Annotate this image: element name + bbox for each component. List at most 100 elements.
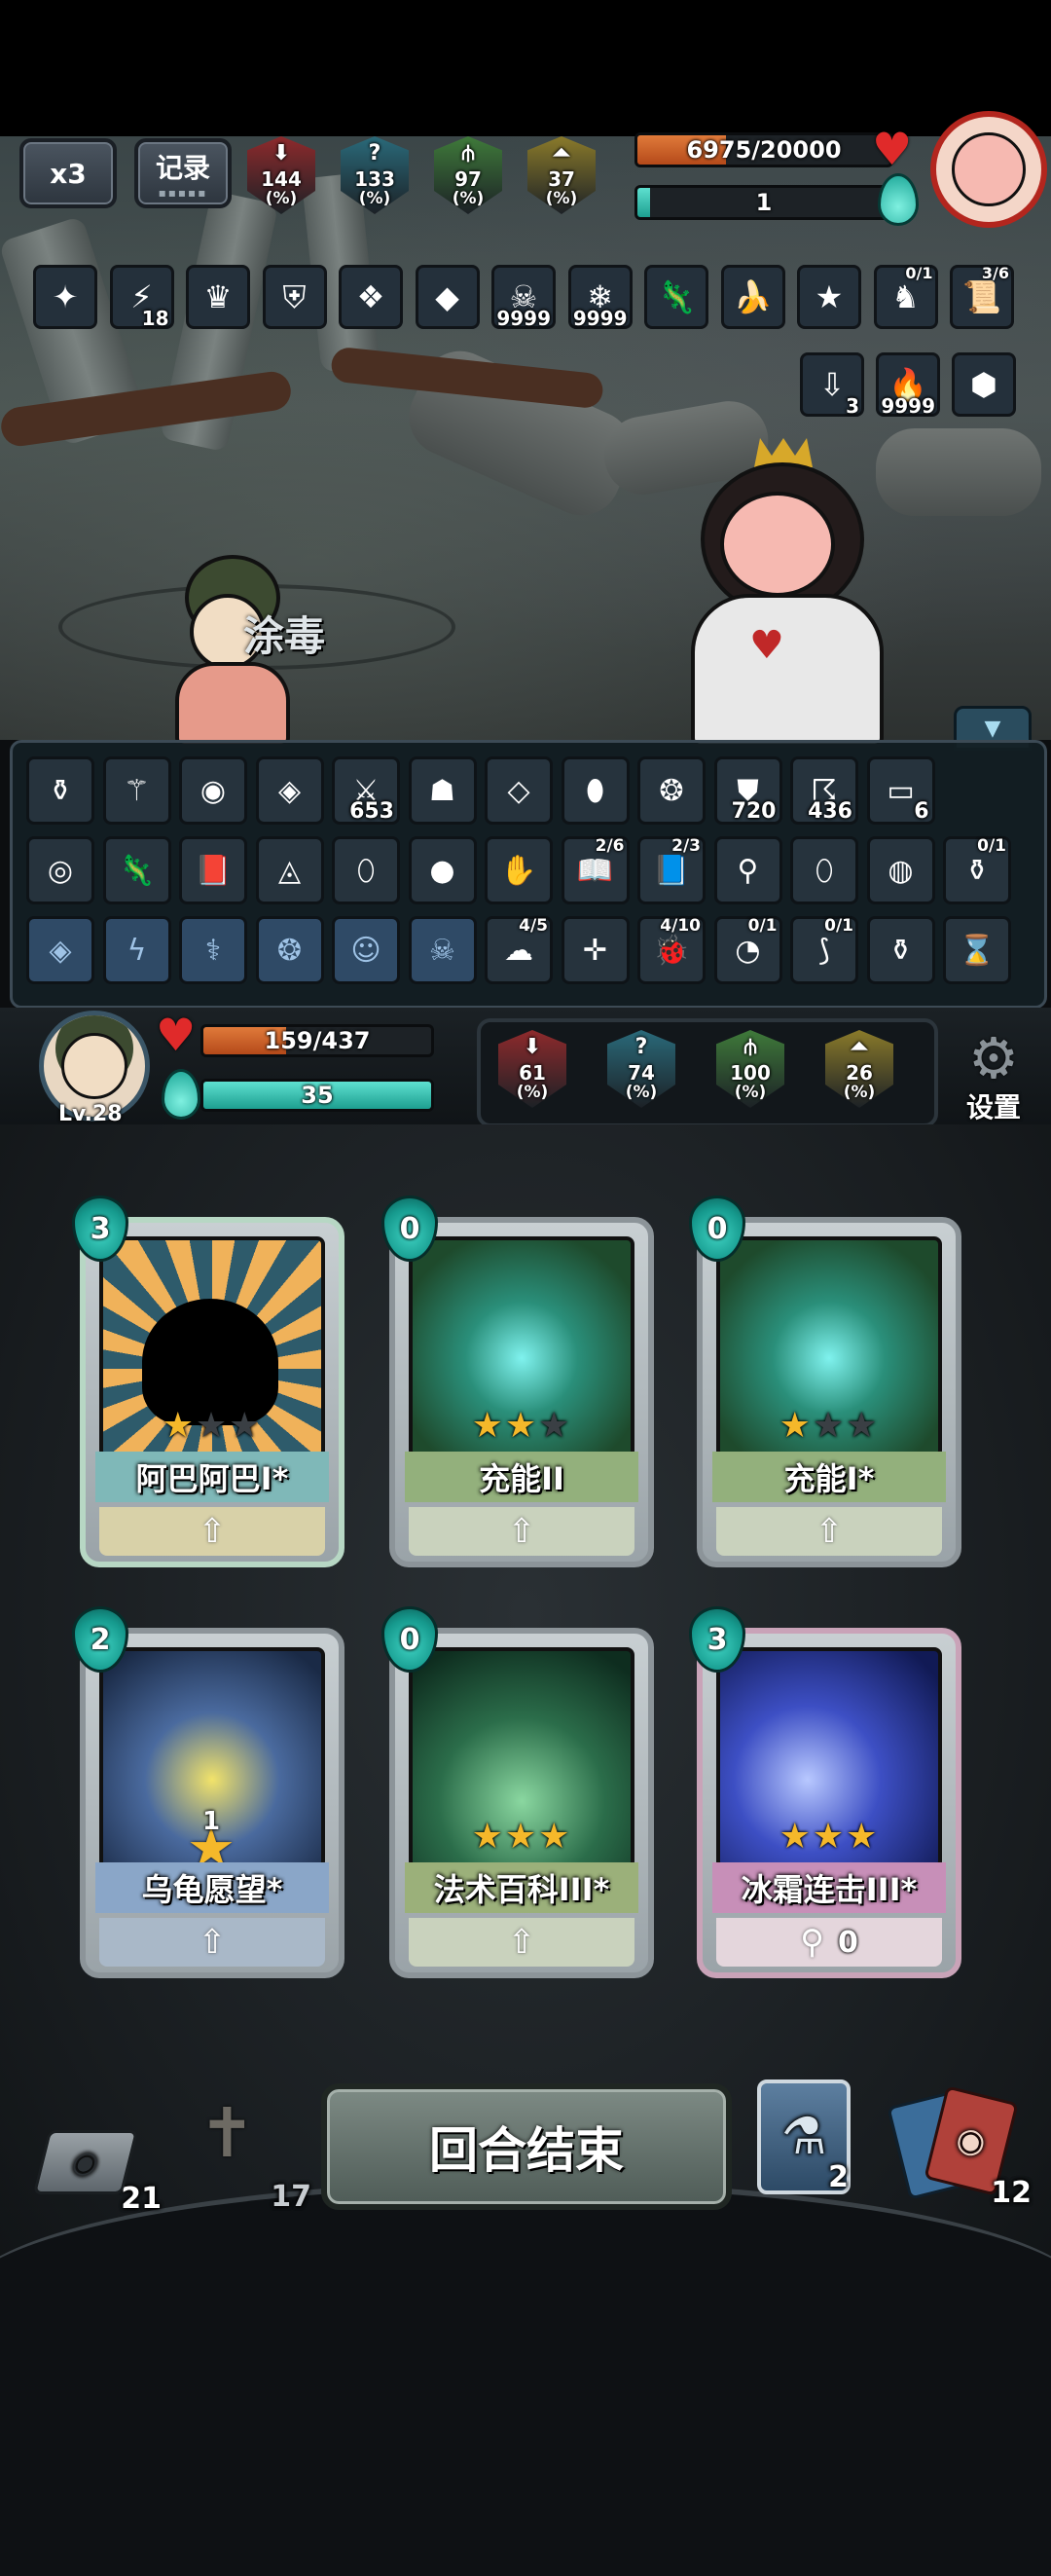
dragon-egg-icon[interactable]: ⬮ (561, 756, 630, 825)
rune-skull-icon[interactable]: ☠ (408, 916, 477, 984)
icon-count: 3 (846, 394, 859, 418)
fire-icon[interactable]: 🔥 9999 (876, 352, 940, 418)
star-filled-icon: ★ (471, 1817, 505, 1857)
relic-progress: 2/3 (671, 836, 701, 856)
knight-icon[interactable]: ♞ 0/1 (873, 264, 938, 329)
eye-mask-icon[interactable]: ◉ (179, 756, 247, 825)
turtle-shell-icon[interactable]: ⬢ (952, 352, 1016, 417)
star-filled-icon: ★ (162, 1406, 196, 1446)
enemy-avatar[interactable] (930, 111, 1047, 228)
shield-swap-icon[interactable]: ⛨ (262, 265, 327, 329)
enemy-queen[interactable]: ♥ (662, 438, 895, 748)
potion-slot[interactable]: ⚗ 2 (757, 2079, 851, 2194)
lightning-icon[interactable]: ⚡ 18 (109, 265, 174, 330)
crystal-icon[interactable]: ◈ (255, 756, 324, 825)
card-footer: ⇧ (716, 1507, 942, 1556)
pacifier-icon[interactable]: ◔ 0/1 (713, 916, 782, 984)
gem-icon[interactable]: ◆ (415, 265, 480, 329)
record-label: 记录 (155, 152, 210, 184)
end-turn-button[interactable]: 回合结束 (321, 2083, 732, 2210)
ghost-orb-icon[interactable]: ◎ (26, 836, 94, 904)
frost-icon[interactable]: ❄ 9999 (567, 265, 633, 330)
chameleon-icon-glyph: 🦎 (118, 853, 156, 888)
hand-card[interactable]: ★★★ 冰霜连击III* ⚲ 0 3 (689, 1606, 961, 1978)
banana-icon[interactable]: 🍌 (720, 265, 785, 329)
relic-panel: ⚱ ⚚ ◉ ◈ ⚔ 653 ☗ ◇ ⬮ ❂ ⛊ 720 ☈ 436 ▭ 6 ◎ 🦎 📕 ◬ ⬯ ● ✋ 📖 2/6 📘 2/3 ⚲ ⬯ ◍… (10, 740, 1047, 1009)
green-egg-icon[interactable]: ⬯ (790, 836, 858, 904)
rune-skull-icon-glyph: ☠ (429, 933, 455, 968)
hourglass-icon-glyph: ⌛ (959, 933, 996, 968)
settings-button[interactable]: ⚙ 设置 (950, 1030, 1037, 1123)
poison-skull-icon[interactable]: ☠ 9999 (491, 265, 556, 330)
hand-card[interactable]: ★ 1 乌龟愿望* ⇧ 2 (72, 1606, 344, 1978)
card-footer: ⚲ 0 (716, 1918, 942, 1967)
relic-progress: 0/1 (747, 916, 778, 936)
card-footer: ⇧ (99, 1918, 325, 1967)
rune-face-icon[interactable]: ☺ (332, 916, 400, 984)
star-wand-icon[interactable]: ★ (797, 265, 861, 329)
grave-pile-button[interactable]: ✝ 17 (185, 2093, 311, 2214)
magic-staff-icon[interactable]: ⚚ (102, 756, 171, 825)
onigiri-icon[interactable]: ◬ (255, 836, 324, 904)
rune-swirl-icon[interactable]: ❂ (255, 916, 324, 984)
diamond-icon[interactable]: ◇ (485, 756, 553, 825)
sack-icon[interactable]: ⚱ (866, 916, 935, 984)
stat-icon: ⫛ (461, 141, 475, 166)
hand-card[interactable]: ★★★ 充能II ⇧ 0 (381, 1196, 654, 1567)
stat-value: 61 (519, 1061, 546, 1085)
hand-card[interactable]: ★★★ 充能I* ⇧ 0 (689, 1196, 961, 1567)
discard-pile-button[interactable]: ◉ 12 (887, 2085, 1032, 2210)
scroll-icon[interactable]: 📜 3/6 (950, 264, 1014, 329)
demon-mask-icon[interactable]: ☗ (408, 756, 477, 825)
ice-shard-icon[interactable]: ❖ (339, 265, 403, 329)
star-empty-icon: ★ (812, 1406, 847, 1446)
pouch-icon[interactable]: ⚱ 0/1 (943, 836, 1011, 904)
down-arrow-icon[interactable]: ⇩ 3 (800, 352, 864, 418)
egg-icon[interactable]: ⬯ (332, 836, 400, 904)
weather-icon[interactable]: ☁ 4/5 (485, 916, 553, 984)
rune-caduceus-icon[interactable]: ⚕ (179, 916, 247, 984)
card-name: 乌龟愿望* (95, 1862, 329, 1913)
hand-card[interactable]: ★★★ 法术百科III* ⇧ 0 (381, 1606, 654, 1978)
record-button[interactable]: 记录 ▪▪▪▪▪ (134, 138, 232, 208)
beetle-icon[interactable]: 🐞 4/10 (637, 916, 706, 984)
relic-progress: 0/1 (977, 836, 1006, 856)
stat-unit: (%) (265, 189, 298, 208)
broom-icon[interactable]: ⚲ (713, 836, 782, 904)
star-filled-icon: ★ (504, 1406, 539, 1446)
crown-spikes-icon[interactable]: ♛ (186, 265, 250, 329)
shield-blue-icon[interactable]: ⛊ 720 (713, 756, 782, 825)
rune-diamond-icon[interactable]: ◈ (26, 916, 94, 984)
potion-bottle-icon[interactable]: ⚱ (26, 756, 94, 825)
lizard-icon[interactable]: 🦎 (644, 265, 708, 329)
speed-button[interactable]: x3 (19, 138, 117, 208)
star-empty-icon: ★ (538, 1406, 572, 1446)
card-level-badge: 1 (201, 1807, 223, 1836)
ice-gem-icon[interactable]: ❂ (637, 756, 706, 825)
storm-icon[interactable]: ☈ 436 (790, 756, 858, 825)
stat-unit: (%) (625, 1083, 658, 1102)
chameleon-icon[interactable]: 🦎 (102, 836, 171, 904)
rune-icon[interactable]: ✦ (33, 265, 97, 329)
crossbow-icon[interactable]: ✛ (561, 916, 630, 984)
onigiri-icon-glyph: ◬ (277, 853, 302, 888)
glove-icon[interactable]: ✋ (485, 836, 553, 904)
knight-icon-glyph: ♞ (891, 278, 920, 315)
hand-card[interactable]: ★★★ 阿巴阿巴I* ⇧ 3 (72, 1196, 344, 1567)
icon-progress: 0/1 (905, 264, 933, 282)
crystal-ball-icon[interactable]: ◍ (866, 836, 935, 904)
sword-slash-icon[interactable]: ⚔ 653 (332, 756, 400, 825)
stat-icon: ? (368, 141, 381, 166)
end-turn-label: 回合结束 (429, 2122, 624, 2179)
blue-fruit-icon[interactable]: ● (408, 836, 477, 904)
cards-icon[interactable]: ▭ 6 (866, 756, 935, 825)
spellbook-icon[interactable]: 📕 (179, 836, 247, 904)
rune-zigzag-icon[interactable]: ϟ (102, 916, 171, 984)
tome-icon[interactable]: 📘 2/3 (637, 836, 706, 904)
boomerang-icon[interactable]: ⟆ 0/1 (790, 916, 858, 984)
hourglass-icon[interactable]: ⌛ (943, 916, 1011, 984)
red-book-icon[interactable]: 📖 2/6 (561, 836, 630, 904)
star-empty-icon: ★ (195, 1406, 230, 1446)
draw-pile-button[interactable]: ◉ 21 (32, 2118, 162, 2216)
stat-unit: (%) (516, 1083, 549, 1102)
